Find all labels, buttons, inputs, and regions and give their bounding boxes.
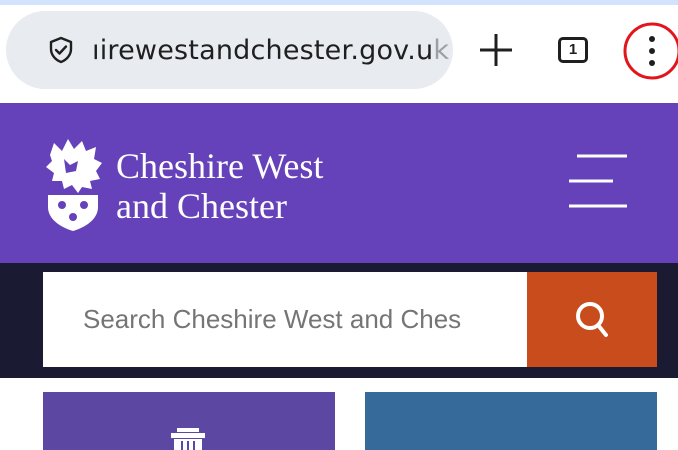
address-bar[interactable]: ıirewestandchester.gov.uk bbox=[6, 11, 453, 89]
hamburger-menu-icon[interactable] bbox=[567, 152, 629, 210]
bin-icon bbox=[171, 428, 205, 450]
service-tile-2[interactable] bbox=[365, 392, 657, 450]
url-text: ıirewestandchester.gov.uk bbox=[92, 35, 449, 66]
brand-name[interactable]: Cheshire West and Chester bbox=[116, 146, 323, 226]
search-input[interactable] bbox=[43, 272, 527, 367]
search-button[interactable] bbox=[527, 272, 657, 367]
service-tile-bins[interactable] bbox=[43, 392, 335, 450]
brand-line-2: and Chester bbox=[116, 186, 287, 226]
browser-toolbar: ıirewestandchester.gov.uk 1 bbox=[0, 0, 678, 103]
toolbar-accent bbox=[0, 0, 678, 5]
search-section bbox=[0, 263, 678, 378]
site-header: Cheshire West and Chester bbox=[0, 103, 678, 263]
plus-icon[interactable] bbox=[476, 30, 516, 70]
search-icon bbox=[576, 301, 608, 337]
more-vert-icon[interactable] bbox=[620, 20, 678, 82]
shield-check-icon[interactable] bbox=[46, 35, 76, 65]
url-main: ıirewestandchester.gov.u bbox=[92, 34, 434, 66]
url-fade: k bbox=[433, 34, 450, 66]
lion-crest-logo[interactable] bbox=[42, 137, 104, 233]
brand-line-1: Cheshire West bbox=[116, 146, 324, 186]
tab-count-button[interactable]: 1 bbox=[558, 37, 588, 63]
tab-count-label: 1 bbox=[568, 41, 578, 58]
